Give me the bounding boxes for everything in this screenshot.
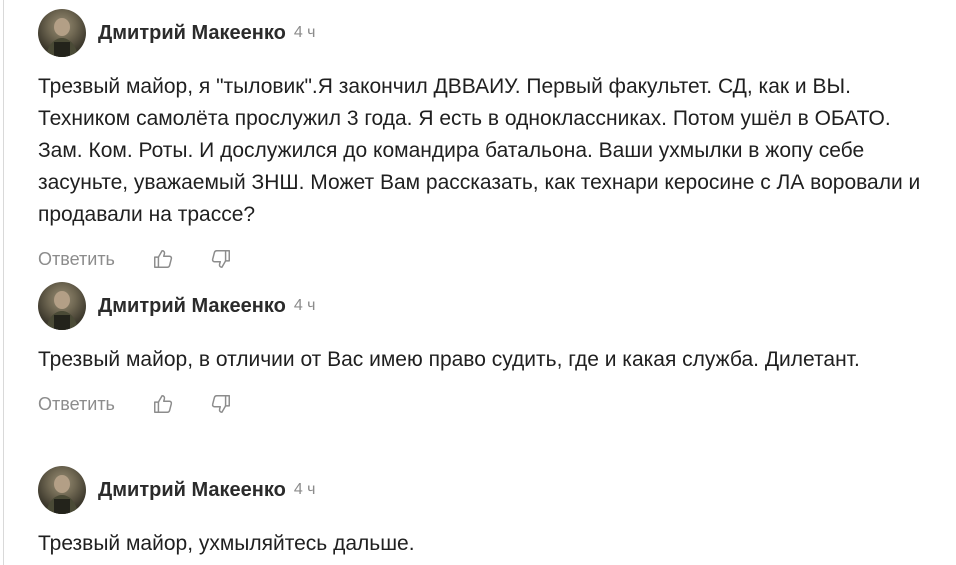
avatar-image	[46, 291, 78, 330]
author-name[interactable]: Дмитрий Макеенко	[98, 479, 286, 502]
comment-text: Трезвый майор, в отличии от Вас имею пра…	[38, 348, 860, 371]
comment: Дмитрий Макеенко 4 ч Трезвый майор, в от…	[38, 281, 938, 418]
comment-time: 4 ч	[293, 24, 316, 41]
comment-time: 4 ч	[293, 297, 316, 314]
avatar[interactable]	[38, 466, 86, 514]
author-name[interactable]: Дмитрий Макеенко	[98, 22, 286, 45]
thumbs-up-icon[interactable]	[151, 392, 175, 416]
comment-text: Трезвый майор, я "тыловик".Я закончил ДВ…	[38, 75, 921, 226]
comment-header: Дмитрий Макеенко 4 ч	[38, 8, 938, 58]
comment: Дмитрий Макеенко 4 ч Трезвый майор, я "т…	[38, 8, 938, 273]
comment-actions: Ответить	[38, 245, 938, 273]
comment-time: 4 ч	[293, 481, 316, 498]
comment-header: Дмитрий Макеенко 4 ч	[38, 465, 938, 515]
author-name[interactable]: Дмитрий Макеенко	[98, 295, 286, 318]
thumbs-down-icon[interactable]	[209, 392, 233, 416]
thumbs-up-icon[interactable]	[151, 247, 175, 271]
avatar-image	[46, 475, 78, 514]
avatar[interactable]	[38, 9, 86, 57]
thumbs-down-icon[interactable]	[209, 247, 233, 271]
comment-header: Дмитрий Макеенко 4 ч	[38, 281, 938, 331]
comment-actions: Ответить	[38, 390, 938, 418]
thread-line	[3, 0, 4, 565]
avatar-image	[46, 18, 78, 57]
comment: Дмитрий Макеенко 4 ч Трезвый майор, ухмы…	[38, 465, 938, 560]
reply-button[interactable]: Ответить	[38, 394, 115, 415]
avatar[interactable]	[38, 282, 86, 330]
reply-button[interactable]: Ответить	[38, 249, 115, 270]
comment-text: Трезвый майор, ухмыляйтесь дальше.	[38, 532, 415, 555]
